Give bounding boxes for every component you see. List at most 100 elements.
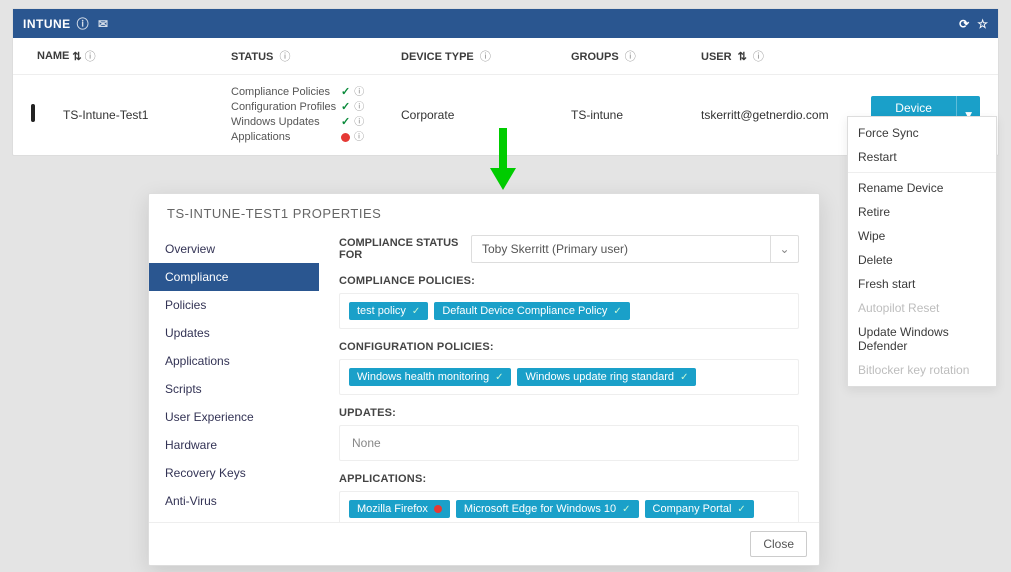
check-icon: ✓ [341,115,350,130]
compliance-policies-box: test policy✓Default Device Compliance Po… [339,293,799,329]
dropdown-item[interactable]: Restart [848,145,996,169]
dropdown-item: Autopilot Reset [848,296,996,320]
info-icon[interactable]: ⓘ [77,17,89,31]
check-icon: ✓ [680,372,688,383]
sidebar-item[interactable]: Updates [149,319,319,347]
chip[interactable]: Windows update ring standard ✓ [517,368,696,386]
dropdown-item[interactable]: Fresh start [848,272,996,296]
compliance-for-label: COMPLIANCE STATUS FOR [339,237,471,261]
col-user[interactable]: USER [701,51,732,63]
sidebar-item[interactable]: Applications [149,347,319,375]
green-arrow-annotation [490,128,516,190]
chip-label: Windows health monitoring [357,371,489,383]
sidebar-item[interactable]: Policies [149,291,319,319]
modal-main: COMPLIANCE STATUS FOR Toby Skerritt (Pri… [319,231,819,522]
sidebar-item[interactable]: Hardware [149,431,319,459]
info-icon[interactable]: ⓘ [354,115,364,130]
status-line: Windows Updates✓ ⓘ [231,115,401,130]
col-status[interactable]: STATUS [231,51,273,63]
modal-title: TS-INTUNE-TEST1 PROPERTIES [149,194,819,231]
applications-box: Mozilla Firefox Microsoft Edge for Window… [339,491,799,522]
dropdown-item[interactable]: Delete [848,248,996,272]
configuration-policies-box: Windows health monitoring✓Windows update… [339,359,799,395]
chip-label: Microsoft Edge for Windows 10 [464,503,616,515]
dropdown-item[interactable]: Update Windows Defender [848,320,996,358]
user-value: tskerritt@getnerdio.com [701,108,871,122]
groups-value: TS-intune [571,108,701,122]
dropdown-item[interactable]: Wipe [848,224,996,248]
configuration-policies-label: CONFIGURATION POLICIES: [339,341,799,353]
dropdown-item[interactable]: Retire [848,200,996,224]
status-label: Windows Updates [231,115,341,130]
user-select[interactable]: Toby Skerritt (Primary user) ⌄ [471,235,799,263]
chip[interactable]: Windows health monitoring ✓ [349,368,511,386]
chip[interactable]: Default Device Compliance Policy ✓ [434,302,629,320]
info-icon[interactable]: ⓘ [753,51,764,63]
status-label: Applications [231,130,341,145]
panel-header-icons: ⓘ ✉ [77,15,108,32]
info-icon[interactable]: ⓘ [354,85,364,100]
check-icon: ✓ [495,372,503,383]
dropdown-separator [848,172,996,173]
chip[interactable]: Mozilla Firefox [349,500,450,518]
sort-icon[interactable]: ⇅ [738,51,747,63]
info-icon[interactable]: ⓘ [625,51,636,63]
panel-title: INTUNE [23,17,71,31]
check-icon: ✓ [341,100,350,115]
check-icon: ✓ [341,85,350,100]
sidebar-item[interactable]: Compliance [149,263,319,291]
dropdown-item: Bitlocker key rotation [848,358,996,382]
device-actions-dropdown: Force SyncRestart Rename DeviceRetireWipe… [847,116,997,387]
check-icon: ✓ [737,504,745,515]
sidebar-item[interactable]: Recovery Keys [149,459,319,487]
check-icon: ✓ [622,504,630,515]
info-icon[interactable]: ⓘ [279,51,290,63]
col-name[interactable]: NAME [37,50,69,62]
status-cell: Compliance Policies✓ⓘConfiguration Profi… [231,85,401,145]
status-line: Configuration Profiles✓ⓘ [231,100,401,115]
chip[interactable]: Company Portal ✓ [645,500,754,518]
chip-label: Company Portal [653,503,732,515]
dropdown-item[interactable]: Force Sync [848,121,996,145]
sidebar-item[interactable]: User Experience [149,403,319,431]
info-icon[interactable]: ⓘ [85,48,96,64]
sidebar-item[interactable]: Overview [149,235,319,263]
device-name[interactable]: TS-Intune-Test1 [63,108,148,122]
user-select-value: Toby Skerritt (Primary user) [482,242,628,256]
check-icon: ✓ [412,306,420,317]
favorite-icon[interactable]: ☆ [977,17,988,31]
chip-label: Mozilla Firefox [357,503,428,515]
monitor-icon [31,106,53,124]
close-button[interactable]: Close [750,531,807,557]
info-icon[interactable]: ⓘ [480,51,491,63]
status-line: Applications ⓘ [231,130,401,145]
updates-box: None [339,425,799,461]
table-header: NAME ⇅ ⓘ STATUS ⓘ DEVICE TYPE ⓘ GROUPS ⓘ… [13,38,998,75]
col-device-type[interactable]: DEVICE TYPE [401,51,474,63]
updates-label: UPDATES: [339,407,799,419]
sort-icon[interactable]: ⇅ [72,50,81,63]
chip-label: Windows update ring standard [525,371,674,383]
fail-icon [434,505,442,513]
compliance-policies-label: COMPLIANCE POLICIES: [339,275,799,287]
applications-label: APPLICATIONS: [339,473,799,485]
status-line: Compliance Policies✓ⓘ [231,85,401,100]
chat-icon[interactable]: ✉ [98,17,108,31]
panel-header: INTUNE ⓘ ✉ ⟳ ☆ [13,9,998,38]
modal-sidebar: OverviewCompliancePoliciesUpdatesApplica… [149,231,319,522]
chevron-down-icon[interactable]: ⌄ [770,236,798,262]
refresh-icon[interactable]: ⟳ [959,17,969,31]
check-icon: ✓ [613,306,621,317]
info-icon[interactable]: ⓘ [354,100,364,115]
dropdown-item[interactable]: Rename Device [848,176,996,200]
col-groups[interactable]: GROUPS [571,51,619,63]
chip[interactable]: Microsoft Edge for Windows 10 ✓ [456,500,639,518]
chip-label: test policy [357,305,406,317]
chip[interactable]: test policy ✓ [349,302,428,320]
device-type-value: Corporate [401,108,571,122]
info-icon[interactable]: ⓘ [354,130,364,145]
sidebar-item[interactable]: Scripts [149,375,319,403]
chip-label: Default Device Compliance Policy [442,305,607,317]
sidebar-item[interactable]: Anti-Virus [149,487,319,515]
fail-icon [341,133,350,142]
